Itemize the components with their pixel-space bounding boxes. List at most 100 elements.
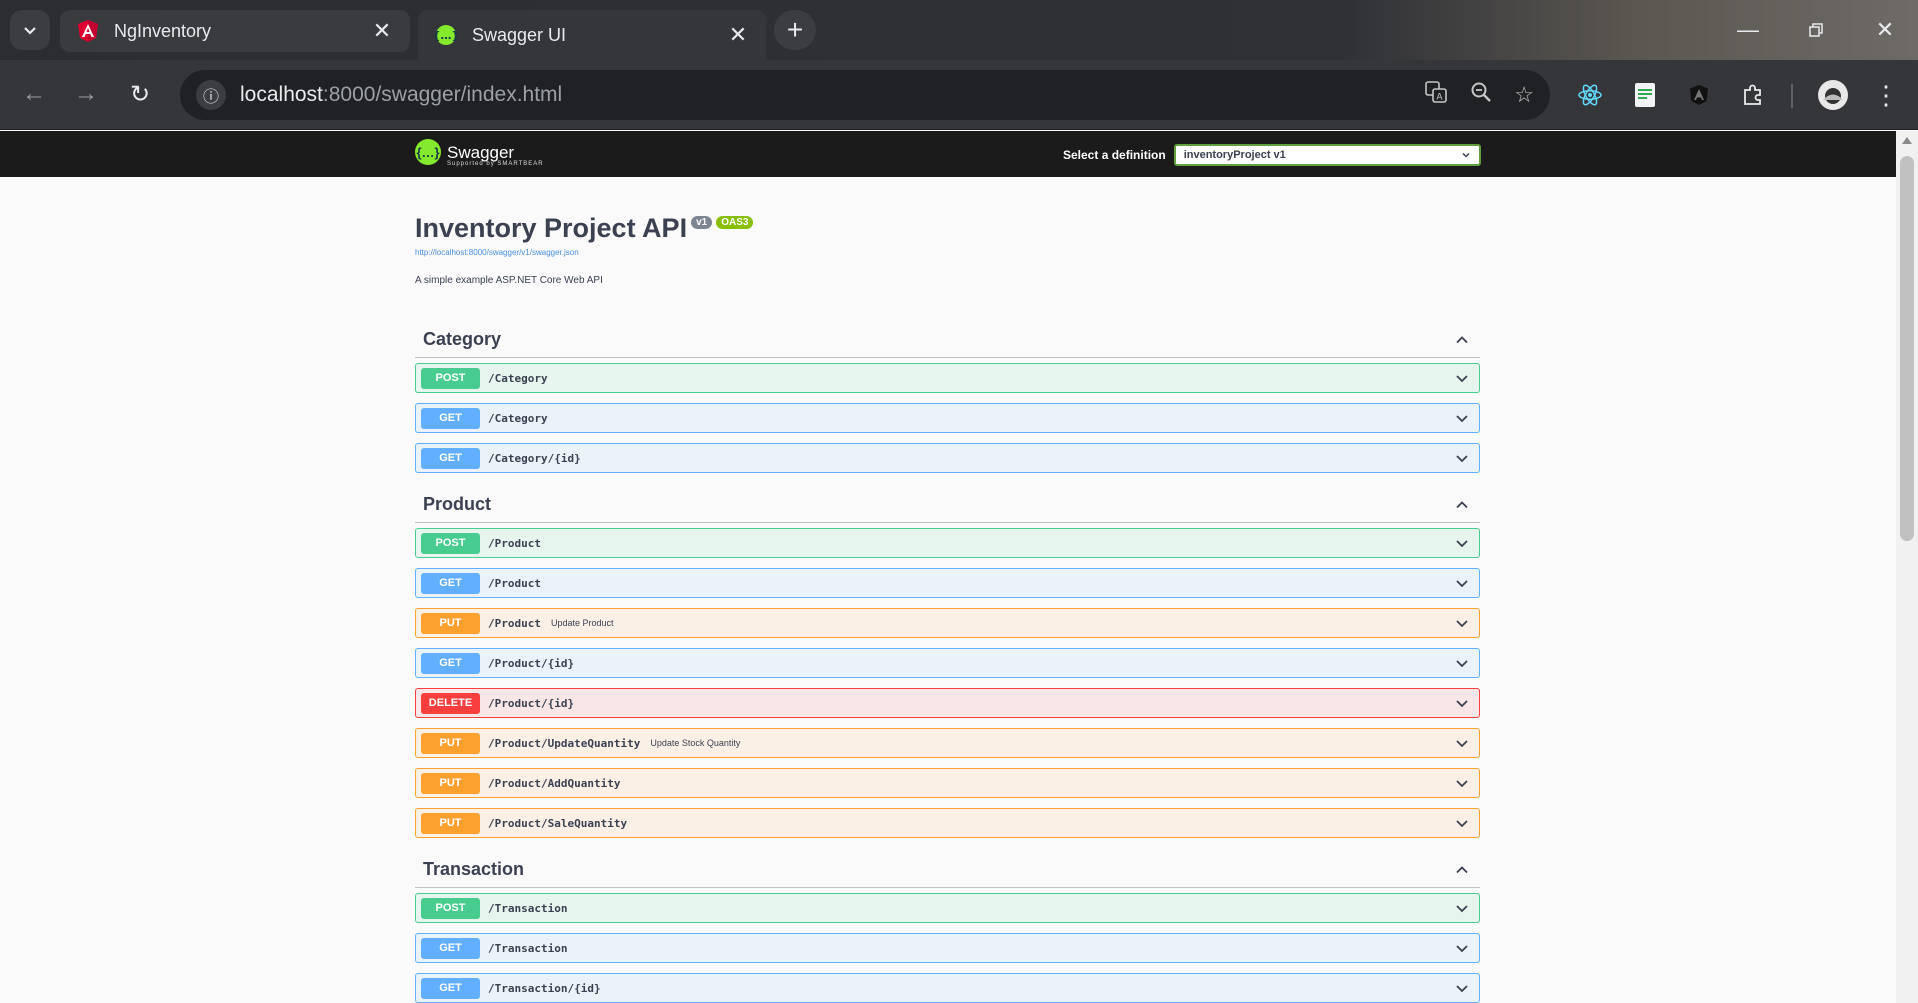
reload-button[interactable]: ↻ — [120, 74, 160, 114]
arrow-left-icon: ← — [22, 80, 46, 107]
chevron-down-icon — [1454, 410, 1470, 426]
tab-nginventory[interactable]: NgInventory ✕ — [60, 10, 410, 52]
definition-value: inventoryProject v1 — [1183, 149, 1286, 161]
chevron-down-icon — [1454, 980, 1470, 996]
restore-button[interactable] — [1786, 10, 1846, 50]
site-info-icon[interactable]: ⓘ — [196, 80, 226, 110]
operation-summary: Update Product — [550, 618, 614, 628]
http-method-badge: POST — [421, 897, 480, 919]
extensions-puzzle-icon[interactable] — [1736, 78, 1770, 112]
chevron-down-icon — [1454, 655, 1470, 671]
http-method-badge: DELETE — [421, 692, 480, 714]
operation-path: /Product — [488, 536, 541, 550]
chevron-up-icon[interactable] — [1454, 862, 1470, 878]
minimize-button[interactable]: — — [1718, 10, 1778, 50]
swagger-icon: {…} — [415, 139, 441, 165]
sheets-extension-icon[interactable] — [1628, 78, 1662, 112]
close-icon[interactable]: ✕ — [370, 18, 394, 43]
api-description: A simple example ASP.NET Core Web API — [415, 275, 603, 286]
operation-row[interactable]: POST/Category — [415, 363, 1480, 393]
swagger-icon: {…} — [434, 23, 458, 47]
translate-icon[interactable]: A — [1424, 80, 1448, 110]
plus-icon: + — [786, 14, 804, 45]
http-method-badge: PUT — [421, 772, 480, 794]
tag-name: Category — [423, 329, 502, 349]
operation-row[interactable]: GET/Product — [415, 568, 1480, 598]
operation-path: /Product — [488, 576, 541, 590]
operation-path: /Product/AddQuantity — [488, 776, 621, 790]
chevron-down-icon — [24, 27, 36, 35]
tag-header[interactable]: Product — [415, 487, 1480, 523]
toolbar-divider — [1791, 84, 1793, 108]
spec-url-link[interactable]: http://localhost:8000/swagger/v1/swagger… — [415, 248, 1480, 257]
http-method-badge: GET — [421, 572, 480, 594]
reload-icon: ↻ — [129, 80, 151, 108]
react-devtools-icon[interactable] — [1573, 78, 1607, 112]
tag-name: Transaction — [423, 859, 525, 879]
chevron-down-icon — [1454, 735, 1470, 751]
tag-section-category: Category POST/Category GET/Category GET/Cat… — [415, 322, 1480, 473]
definition-select[interactable]: inventoryProject v1 — [1173, 144, 1481, 166]
new-tab-button[interactable]: + — [774, 10, 816, 50]
operation-row[interactable]: PUT/Product/SaleQuantity — [415, 808, 1480, 838]
chevron-down-icon — [1462, 152, 1470, 158]
forward-button[interactable]: → — [66, 74, 106, 114]
browser-toolbar: ← → ↻ ⓘ localhost:8000/swagger/index.htm… — [0, 60, 1918, 130]
url-host: localhost — [240, 83, 323, 106]
tab-search-button[interactable] — [10, 10, 50, 50]
tab-title: Swagger UI — [472, 24, 567, 45]
close-icon[interactable]: ✕ — [726, 22, 750, 47]
http-method-badge: GET — [421, 447, 480, 469]
menu-kebab-icon[interactable]: ⋮ — [1869, 78, 1903, 112]
page-scrollbar[interactable] — [1896, 131, 1918, 1003]
chevron-down-icon — [1454, 615, 1470, 631]
operation-row[interactable]: GET/Category/{id} — [415, 443, 1480, 473]
operation-path: /Product/{id} — [488, 696, 575, 710]
operation-summary: Update Stock Quantity — [650, 738, 741, 748]
angular-devtools-icon[interactable] — [1682, 78, 1716, 112]
swagger-logo[interactable]: {…} Swagger Supported by SMARTBEAR — [415, 139, 544, 167]
operation-path: /Transaction — [488, 941, 568, 955]
chevron-up-icon[interactable] — [1454, 332, 1470, 348]
address-bar[interactable]: ⓘ localhost:8000/swagger/index.html A ☆ — [180, 70, 1550, 120]
avatar[interactable] — [1816, 78, 1850, 112]
operation-path: /Product/{id} — [488, 656, 575, 670]
angular-icon — [76, 19, 100, 43]
chevron-down-icon — [1454, 900, 1470, 916]
svg-text:{…}: {…} — [435, 29, 457, 42]
zoom-icon[interactable] — [1470, 81, 1492, 109]
tab-swagger-ui[interactable]: {…} Swagger UI ✕ — [418, 10, 766, 60]
operation-row[interactable]: POST/Transaction — [415, 893, 1480, 923]
operation-path: /Transaction — [488, 901, 568, 915]
tag-section-product: Product POST/Product GET/Product PUT/Produc… — [415, 487, 1480, 838]
http-method-badge: PUT — [421, 612, 480, 634]
close-window-button[interactable]: ✕ — [1855, 10, 1915, 50]
tab-strip: NgInventory ✕ {…} Swagger UI ✕ + — ✕ — [0, 0, 1918, 60]
operation-row[interactable]: GET/Product/{id} — [415, 648, 1480, 678]
operation-row[interactable]: DELETE/Product/{id} — [415, 688, 1480, 718]
chevron-up-icon[interactable] — [1454, 497, 1470, 513]
definition-label: Select a definition — [1063, 148, 1166, 162]
restore-icon — [1809, 23, 1823, 37]
operation-row[interactable]: GET/Transaction — [415, 933, 1480, 963]
http-method-badge: PUT — [421, 732, 480, 754]
operation-path: /Category/{id} — [488, 451, 581, 465]
scroll-up-icon[interactable] — [1902, 137, 1912, 144]
chevron-down-icon — [1454, 940, 1470, 956]
back-button[interactable]: ← — [14, 74, 54, 114]
chevron-down-icon — [1454, 775, 1470, 791]
operation-row[interactable]: PUT/Product/UpdateQuantity Update Stock Q… — [415, 728, 1480, 758]
definition-selector: Select a definition inventoryProject v1 — [1063, 144, 1481, 166]
operation-row[interactable]: GET/Transaction/{id} — [415, 973, 1480, 1003]
operations-container: Category POST/Category GET/Category GET/Cat… — [415, 322, 1480, 1003]
operation-row[interactable]: POST/Product — [415, 528, 1480, 558]
tag-header[interactable]: Transaction — [415, 852, 1480, 888]
operation-row[interactable]: PUT/Product/AddQuantity — [415, 768, 1480, 798]
api-info: Inventory Project API v1 OAS3 — [415, 213, 1480, 244]
operation-row[interactable]: GET/Category — [415, 403, 1480, 433]
operation-row[interactable]: PUT/Product Update Product — [415, 608, 1480, 638]
tag-header[interactable]: Category — [415, 322, 1480, 358]
bookmark-star-icon[interactable]: ☆ — [1514, 82, 1534, 108]
chevron-down-icon — [1454, 535, 1470, 551]
scrollbar-thumb[interactable] — [1900, 156, 1914, 541]
